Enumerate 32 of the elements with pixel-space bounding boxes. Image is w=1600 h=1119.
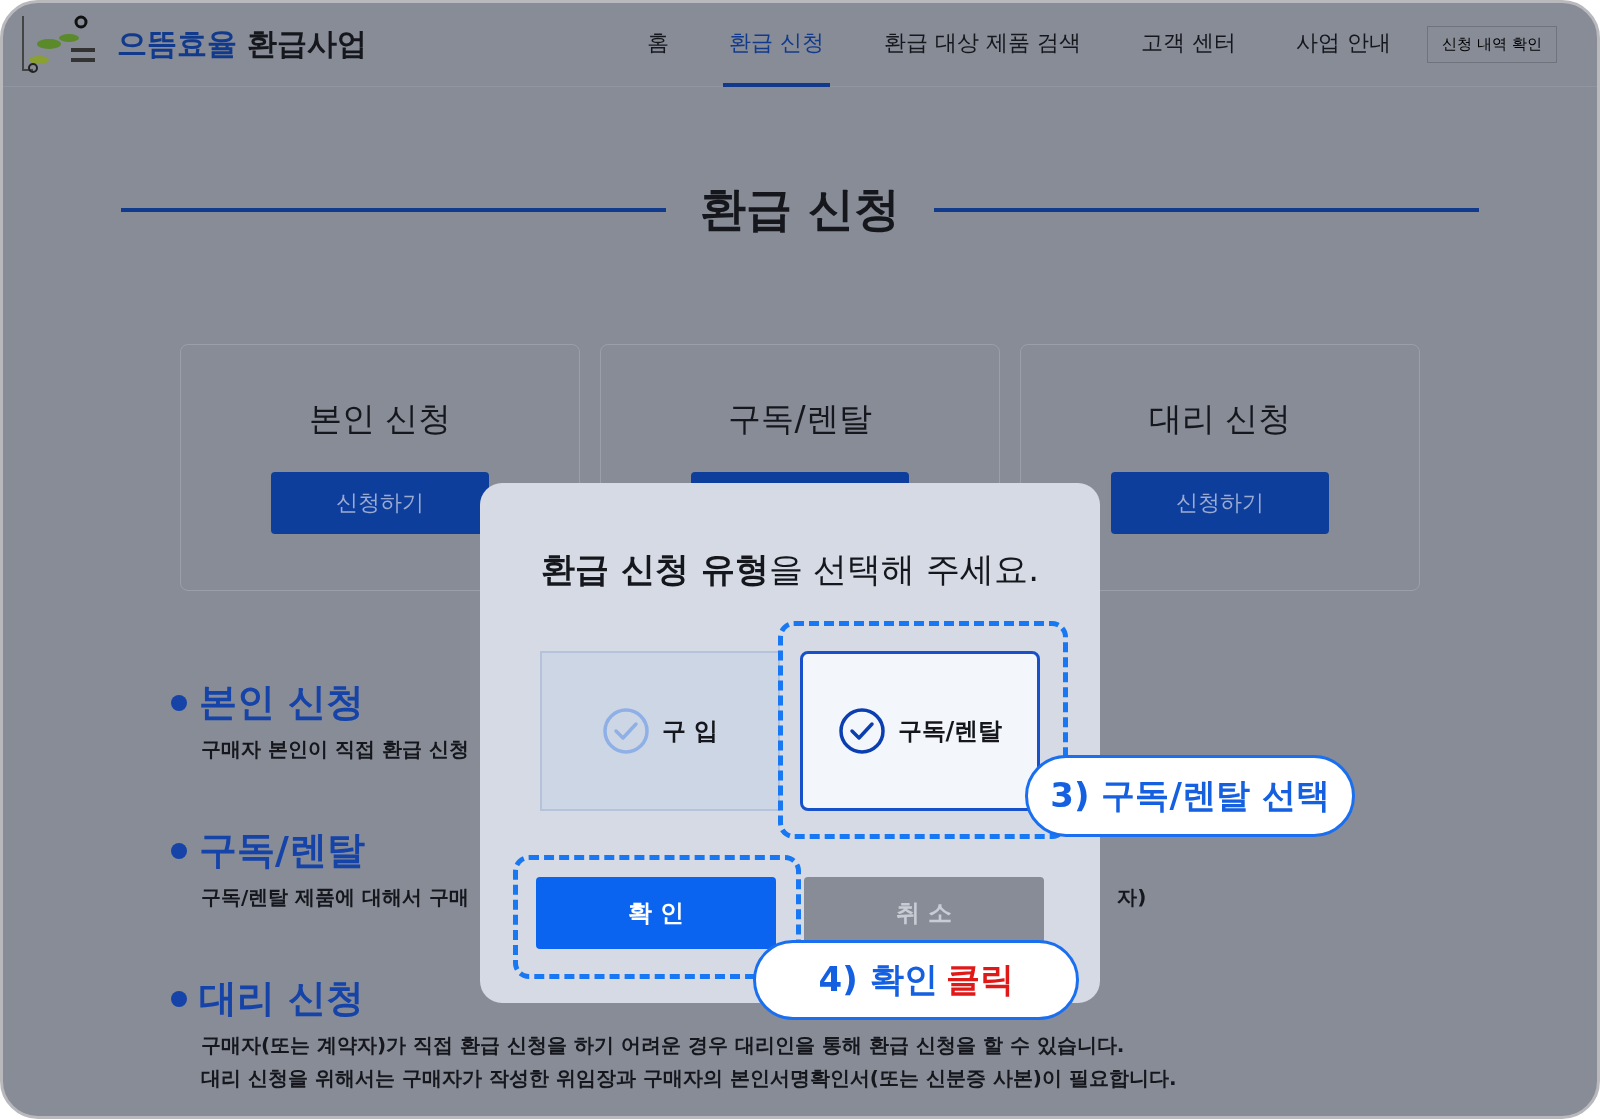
check-circle-icon	[601, 707, 650, 755]
callout-tooltip: 3) 구독/렌탈 선택	[1025, 755, 1355, 837]
page-title: 환급 신청	[700, 181, 900, 238]
section-heading: 구독/렌탈	[199, 827, 365, 874]
confirm-button[interactable]: 확 인	[536, 877, 776, 949]
site-title[interactable]: 으뜸효율 환급사업	[117, 24, 368, 65]
bullet-icon	[171, 842, 187, 859]
section-description: 대리 신청을 위해서는 구매자가 작성한 위임장과 구매자의 본인서명확인서(또는 신분증 사본)이 필요합니다.	[201, 1065, 1177, 1092]
card-title: 구독/렌탈	[728, 398, 872, 440]
section-heading: 대리 신청	[199, 975, 365, 1022]
nav-link[interactable]: 고객 센터	[1135, 3, 1243, 87]
nav-link[interactable]: 환급 대상 제품 검색	[878, 3, 1088, 87]
section-description: 구매자(또는 계약자)가 직접 환급 신청을 하기 어려운 경우 대리인을 통해 환급 신청을 할 수 있습니다.	[201, 1032, 1125, 1059]
section-heading: 본인 신청	[199, 679, 365, 726]
callout-tooltip: 4) 확인 클릭	[753, 940, 1079, 1020]
card-title: 대리 신청	[1148, 398, 1292, 440]
history-button[interactable]: 신청 내역 확인	[1427, 26, 1557, 63]
nav-link[interactable]: 환급 신청	[723, 3, 831, 87]
bullet-icon	[171, 694, 187, 711]
type-option[interactable]: 구 입	[540, 651, 780, 811]
section-description: 구독/렌탈 제품에 대해서 구매	[201, 884, 470, 911]
nav-link[interactable]: 홈	[641, 3, 676, 87]
type-option[interactable]: 구독/렌탈	[800, 651, 1040, 811]
modal-title: 환급 신청 유형을 선택해 주세요.	[540, 548, 1040, 591]
bullet-icon	[171, 990, 187, 1007]
section-description: 자)	[1117, 884, 1147, 911]
apply-button[interactable]: 신청하기	[271, 472, 489, 534]
section-description: 구매자 본인이 직접 환급 신청	[201, 736, 469, 763]
nav-link[interactable]: 사업 안내	[1290, 3, 1398, 87]
check-circle-icon	[837, 707, 886, 755]
apply-button[interactable]: 신청하기	[1111, 472, 1329, 534]
card-title: 본인 신청	[308, 398, 452, 440]
